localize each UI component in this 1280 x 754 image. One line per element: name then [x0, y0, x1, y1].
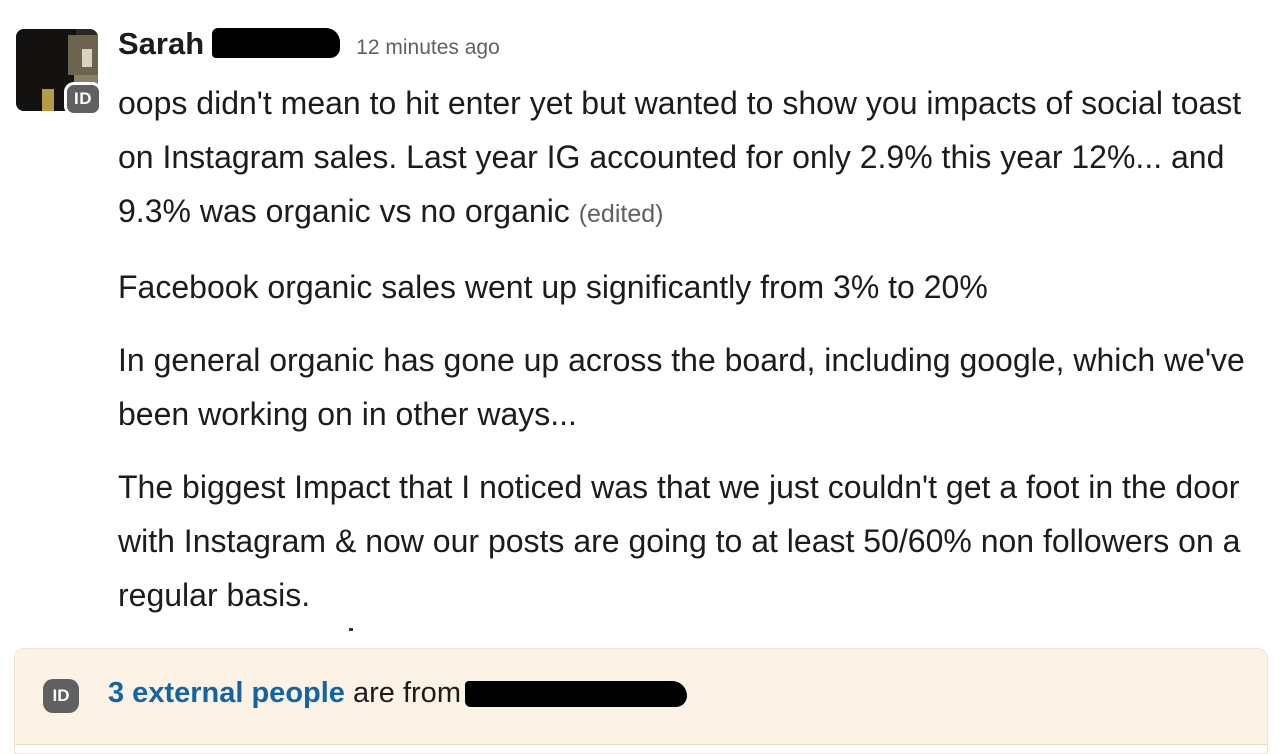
redaction-mark: [464, 680, 687, 707]
message-paragraph: In general organic has gone up across th…: [118, 342, 1245, 432]
notice-text: 3 external people are from: [108, 677, 687, 710]
redaction-mark: [212, 28, 341, 58]
sender-name[interactable]: Sarah: [118, 26, 204, 62]
cursor-mark: [349, 628, 353, 631]
edited-label: (edited): [578, 200, 664, 228]
message-view: ID Sarah 12 minutes ago oops didn't mean…: [0, 0, 1280, 754]
id-badge-icon: ID: [64, 82, 102, 116]
composer-edge: [15, 744, 1267, 753]
avatar-photo-region: [82, 49, 92, 67]
external-people-link[interactable]: 3 external people: [108, 677, 345, 710]
message-paragraph: oops didn't mean to hit enter yet but wa…: [118, 76, 1268, 241]
message-timestamp[interactable]: 12 minutes ago: [356, 36, 500, 60]
message-paragraph: Facebook organic sales went up significa…: [118, 269, 988, 305]
message-paragraph-text: oops didn't mean to hit enter yet but wa…: [118, 85, 1242, 229]
notice-rest-text: are from: [353, 677, 461, 709]
id-badge-icon: ID: [43, 679, 79, 713]
message-body: oops didn't mean to hit enter yet but wa…: [118, 76, 1268, 641]
external-people-notice: ID 3 external people are from: [14, 648, 1268, 754]
message-header: Sarah 12 minutes ago: [118, 24, 500, 64]
avatar-photo-region: [42, 89, 54, 111]
message-paragraph: The biggest Impact that I noticed was th…: [118, 469, 1241, 613]
